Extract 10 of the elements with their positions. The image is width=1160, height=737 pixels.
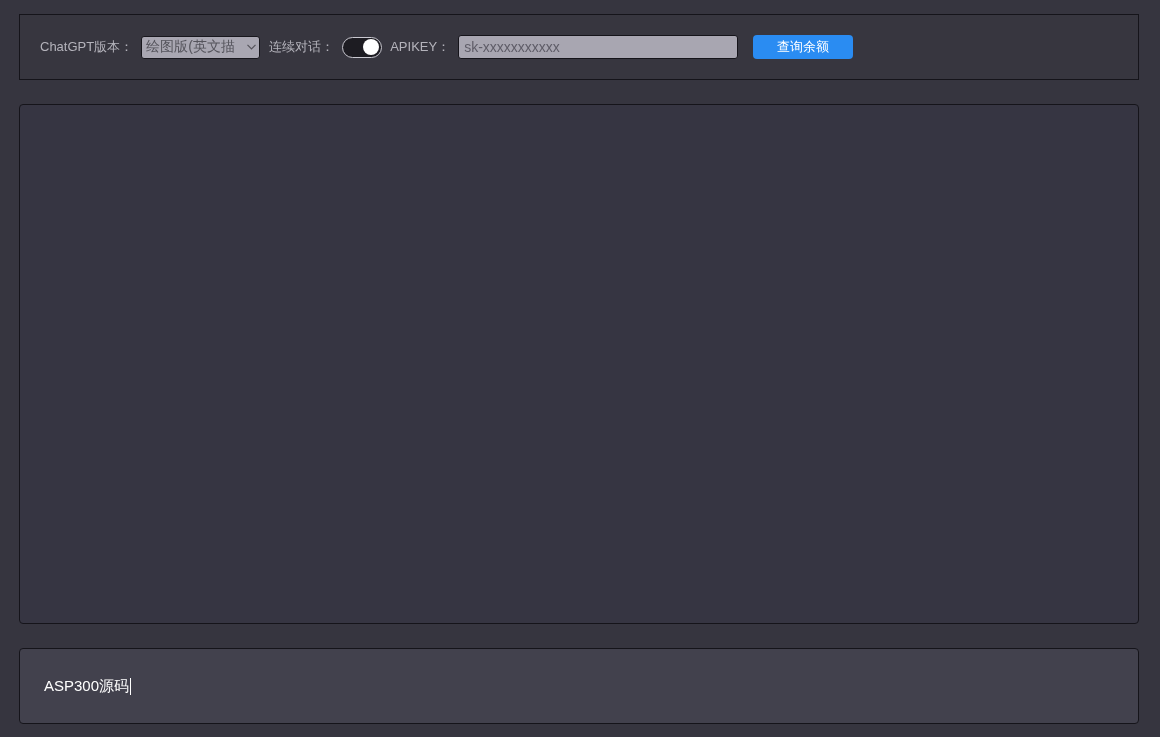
continuous-chat-label: 连续对话： [269, 38, 335, 56]
version-label: ChatGPT版本： [40, 38, 134, 56]
continuous-chat-toggle[interactable] [342, 36, 383, 58]
caret-icon [247, 44, 257, 50]
message-input[interactable]: ASP300源码 [19, 648, 1139, 724]
version-select[interactable]: 绘图版(英文描 [141, 35, 261, 59]
api-key-label: APIKEY： [390, 38, 451, 56]
text-cursor-icon [130, 677, 132, 695]
api-key-input[interactable]: sk-xxxxxxxxxxx [458, 35, 739, 59]
check-balance-button[interactable]: 查询余额 [753, 35, 854, 59]
